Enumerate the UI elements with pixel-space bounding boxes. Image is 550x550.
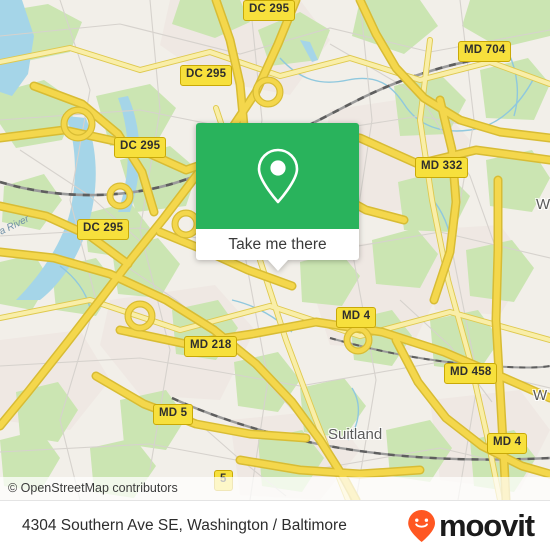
place-label-suitland: Suitland [328,426,383,443]
moovit-map-screen: DC 295 MD 704 DC 295 DC 295 MD 332 DC 29… [0,0,550,550]
take-me-there-label: Take me there [228,235,327,253]
highway-shield: MD 4 [336,307,377,328]
footer-bar: 4304 Southern Ave SE, Washington / Balti… [0,500,550,550]
highway-shield: MD 332 [415,157,469,178]
address-text: 4304 Southern Ave SE, Washington / Balti… [22,516,347,534]
highway-shield: MD 4 [487,433,528,454]
highway-shield: MD 218 [184,336,238,357]
osm-attribution-text: © OpenStreetMap contributors [8,481,178,495]
highway-shield: MD 458 [444,363,498,384]
place-label-partial: W [533,387,548,404]
location-pin-icon [257,148,298,204]
highway-shield: DC 295 [180,65,233,86]
highway-shield: MD 5 [153,404,194,425]
place-label-partial: W [536,196,550,213]
moovit-pin-icon [408,509,435,542]
callout-action-panel[interactable]: Take me there [196,229,359,260]
moovit-wordmark: moovit [438,508,535,543]
highway-shield: DC 295 [243,0,296,21]
osm-attribution[interactable]: © OpenStreetMap contributors [0,477,550,500]
callout-icon-panel [196,123,359,229]
destination-callout-card[interactable]: Take me there [196,123,359,271]
highway-shield: MD 704 [458,41,512,62]
highway-shield: DC 295 [77,219,130,240]
moovit-logo[interactable]: moovit [407,508,535,543]
highway-shield: DC 295 [114,137,167,158]
callout-pointer [267,260,288,271]
